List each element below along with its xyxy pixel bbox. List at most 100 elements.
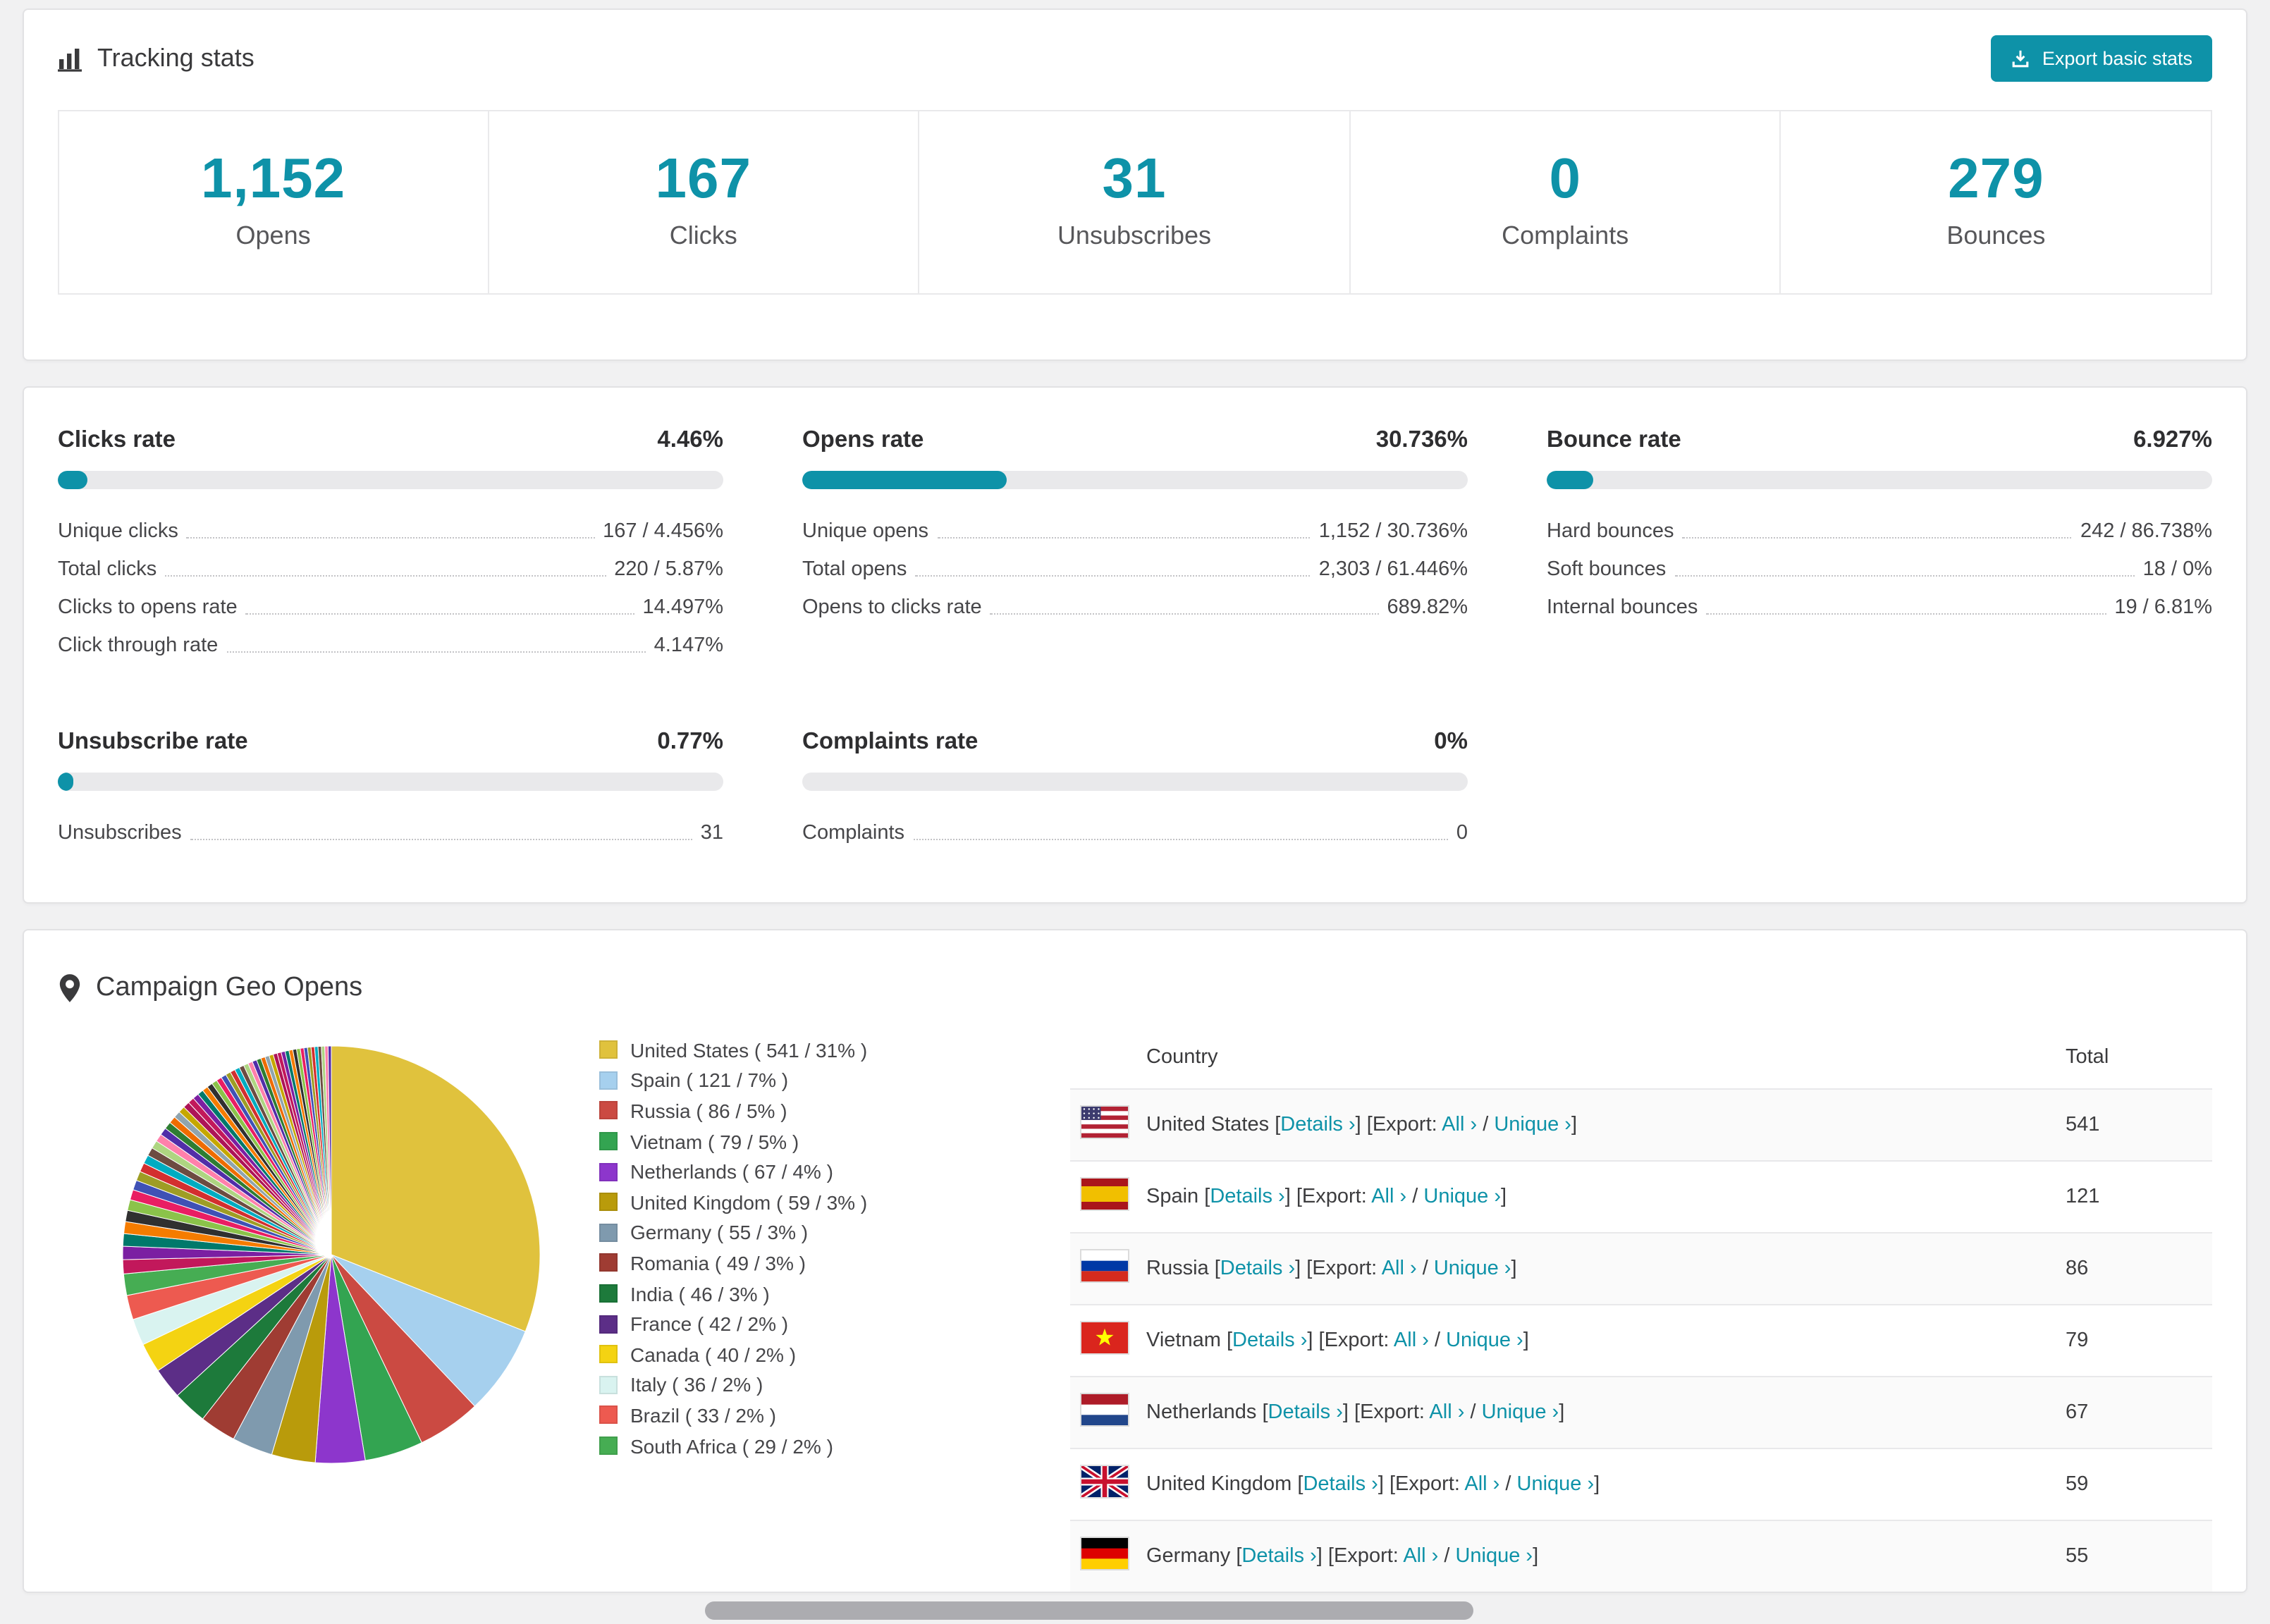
rate-row-unique-opens: Unique opens 1,152 / 30.736% [802, 512, 1468, 550]
stat-box-bounces: 279 Bounces [1781, 110, 2212, 295]
dotted-leader [990, 613, 1379, 614]
horizontal-scrollbar[interactable] [705, 1601, 1473, 1620]
details-link[interactable]: Details › [1241, 1545, 1316, 1568]
legend-item-romania[interactable]: Romania ( 49 / 3% ) [599, 1248, 1022, 1278]
legend-item-united-states[interactable]: United States ( 541 / 31% ) [599, 1035, 1022, 1065]
legend-swatch [599, 1405, 618, 1425]
rate-section-bounce-rate: Bounce rate 6.927% Hard bounces 242 / 86.73… [1547, 427, 2212, 664]
rate-value: 6.927% [2133, 427, 2212, 453]
flag-cell [1070, 1088, 1135, 1161]
rates-card: Clicks rate 4.46% Unique clicks 167 / 4.456… [23, 386, 2247, 904]
geo-table: Country Total United States [Details ›] … [1070, 1023, 2212, 1592]
country-cell: Russia [Details ›] [Export: All › / Uniq… [1135, 1232, 2054, 1305]
export-unique-link[interactable]: Unique › [1494, 1114, 1571, 1136]
legend-item-brazil[interactable]: Brazil ( 33 / 2% ) [599, 1400, 1022, 1430]
rate-progress-fill [58, 471, 88, 489]
legend-label: United Kingdom ( 59 / 3% ) [630, 1191, 868, 1214]
dotted-leader [915, 574, 1311, 576]
export-unique-link[interactable]: Unique › [1434, 1257, 1511, 1280]
rate-row-label: Total opens [802, 558, 907, 580]
rate-title: Opens rate [802, 427, 924, 453]
slash: / [1444, 1545, 1450, 1568]
rate-title: Complaints rate [802, 729, 978, 754]
country-name: Spain [1146, 1186, 1199, 1208]
rate-row-internal-bounces: Internal bounces 19 / 6.81% [1547, 588, 2212, 626]
rate-section-clicks-rate: Clicks rate 4.46% Unique clicks 167 / 4.456… [58, 427, 723, 664]
dotted-leader [1674, 574, 2135, 576]
geo-row-spain: Spain [Details ›] [Export: All › / Uniqu… [1070, 1160, 2212, 1233]
slash: / [1483, 1114, 1489, 1136]
legend-item-germany[interactable]: Germany ( 55 / 3% ) [599, 1217, 1022, 1248]
export-unique-link[interactable]: Unique › [1482, 1401, 1559, 1424]
bracket: ] [1501, 1186, 1507, 1208]
rate-progress-bar [58, 773, 723, 791]
country-cell: Vietnam [Details ›] [Export: All › / Uni… [1135, 1304, 2054, 1377]
export-unique-link[interactable]: Unique › [1455, 1545, 1533, 1568]
rate-row-label: Opens to clicks rate [802, 596, 982, 618]
geo-row-united-states: United States [Details ›] [Export: All ›… [1070, 1088, 2212, 1161]
geo-total: 86 [2054, 1232, 2212, 1305]
stat-box-unsubscribes: 31 Unsubscribes [919, 110, 1351, 295]
details-link[interactable]: Details › [1280, 1114, 1355, 1136]
rate-row-label: Complaints [802, 821, 905, 844]
flag-ru-icon [1081, 1250, 1128, 1281]
rate-row-value: 31 [700, 821, 723, 844]
export-all-link[interactable]: All › [1429, 1401, 1464, 1424]
bracket: ] [1355, 1114, 1361, 1136]
export-basic-stats-button[interactable]: Export basic stats [1991, 35, 2212, 82]
legend-label: Vietnam ( 79 / 5% ) [630, 1130, 799, 1153]
details-link[interactable]: Details › [1210, 1186, 1284, 1208]
rate-row-complaints: Complaints 0 [802, 813, 1468, 851]
legend-item-russia[interactable]: Russia ( 86 / 5% ) [599, 1095, 1022, 1126]
country-name: Germany [1146, 1545, 1231, 1568]
export-all-link[interactable]: All › [1371, 1186, 1406, 1208]
export-all-link[interactable]: All › [1464, 1473, 1499, 1496]
export-unique-link[interactable]: Unique › [1446, 1329, 1523, 1352]
export-all-link[interactable]: All › [1382, 1257, 1417, 1280]
rate-row-soft-bounces: Soft bounces 18 / 0% [1547, 550, 2212, 588]
export-all-link[interactable]: All › [1403, 1545, 1438, 1568]
legend-item-italy[interactable]: Italy ( 36 / 2% ) [599, 1370, 1022, 1400]
bracket: ] [1284, 1186, 1291, 1208]
dotted-leader [1682, 536, 2072, 538]
legend-item-vietnam[interactable]: Vietnam ( 79 / 5% ) [599, 1126, 1022, 1157]
stat-box-opens: 1,152 Opens [58, 110, 489, 295]
bracket: [ [1236, 1545, 1242, 1568]
country-cell: Spain [Details ›] [Export: All › / Uniqu… [1135, 1160, 2054, 1233]
export-all-link[interactable]: All › [1394, 1329, 1429, 1352]
legend-item-united-kingdom[interactable]: United Kingdom ( 59 / 3% ) [599, 1187, 1022, 1217]
legend-swatch [599, 1223, 618, 1242]
export-all-link[interactable]: All › [1442, 1114, 1477, 1136]
legend-item-spain[interactable]: Spain ( 121 / 7% ) [599, 1065, 1022, 1095]
rate-row-label: Unique opens [802, 519, 928, 542]
legend-item-canada[interactable]: Canada ( 40 / 2% ) [599, 1339, 1022, 1370]
stat-label: Clicks [669, 221, 737, 250]
bracket: [ [1354, 1401, 1361, 1424]
details-link[interactable]: Details › [1268, 1401, 1343, 1424]
details-link[interactable]: Details › [1232, 1329, 1307, 1352]
legend-item-south-africa[interactable]: South Africa ( 29 / 2% ) [599, 1430, 1022, 1460]
bracket: ] [1295, 1257, 1301, 1280]
legend-label: Brazil ( 33 / 2% ) [630, 1403, 776, 1427]
rate-row-opens-to-clicks-rate: Opens to clicks rate 689.82% [802, 588, 1468, 626]
legend-item-france[interactable]: France ( 42 / 2% ) [599, 1309, 1022, 1339]
rate-row-unique-clicks: Unique clicks 167 / 4.456% [58, 512, 723, 550]
legend-item-netherlands[interactable]: Netherlands ( 67 / 4% ) [599, 1157, 1022, 1187]
geo-total: 67 [2054, 1376, 2212, 1448]
details-link[interactable]: Details › [1220, 1257, 1295, 1280]
legend-label: Russia ( 86 / 5% ) [630, 1099, 787, 1122]
geo-pie-chart[interactable] [120, 1043, 543, 1466]
export-unique-link[interactable]: Unique › [1517, 1473, 1595, 1496]
stat-value: 167 [655, 148, 752, 210]
legend-item-india[interactable]: India ( 46 / 3% ) [599, 1279, 1022, 1309]
legend-swatch [599, 1437, 618, 1456]
details-link[interactable]: Details › [1303, 1473, 1378, 1496]
stat-box-complaints: 0 Complaints [1350, 110, 1781, 295]
export-unique-link[interactable]: Unique › [1423, 1186, 1501, 1208]
rate-row-hard-bounces: Hard bounces 242 / 86.738% [1547, 512, 2212, 550]
legend-label: South Africa ( 29 / 2% ) [630, 1434, 833, 1458]
stat-label: Bounces [1946, 221, 2046, 250]
legend-swatch [599, 1375, 618, 1394]
stat-label: Complaints [1502, 221, 1629, 250]
dotted-leader [1706, 613, 2106, 614]
